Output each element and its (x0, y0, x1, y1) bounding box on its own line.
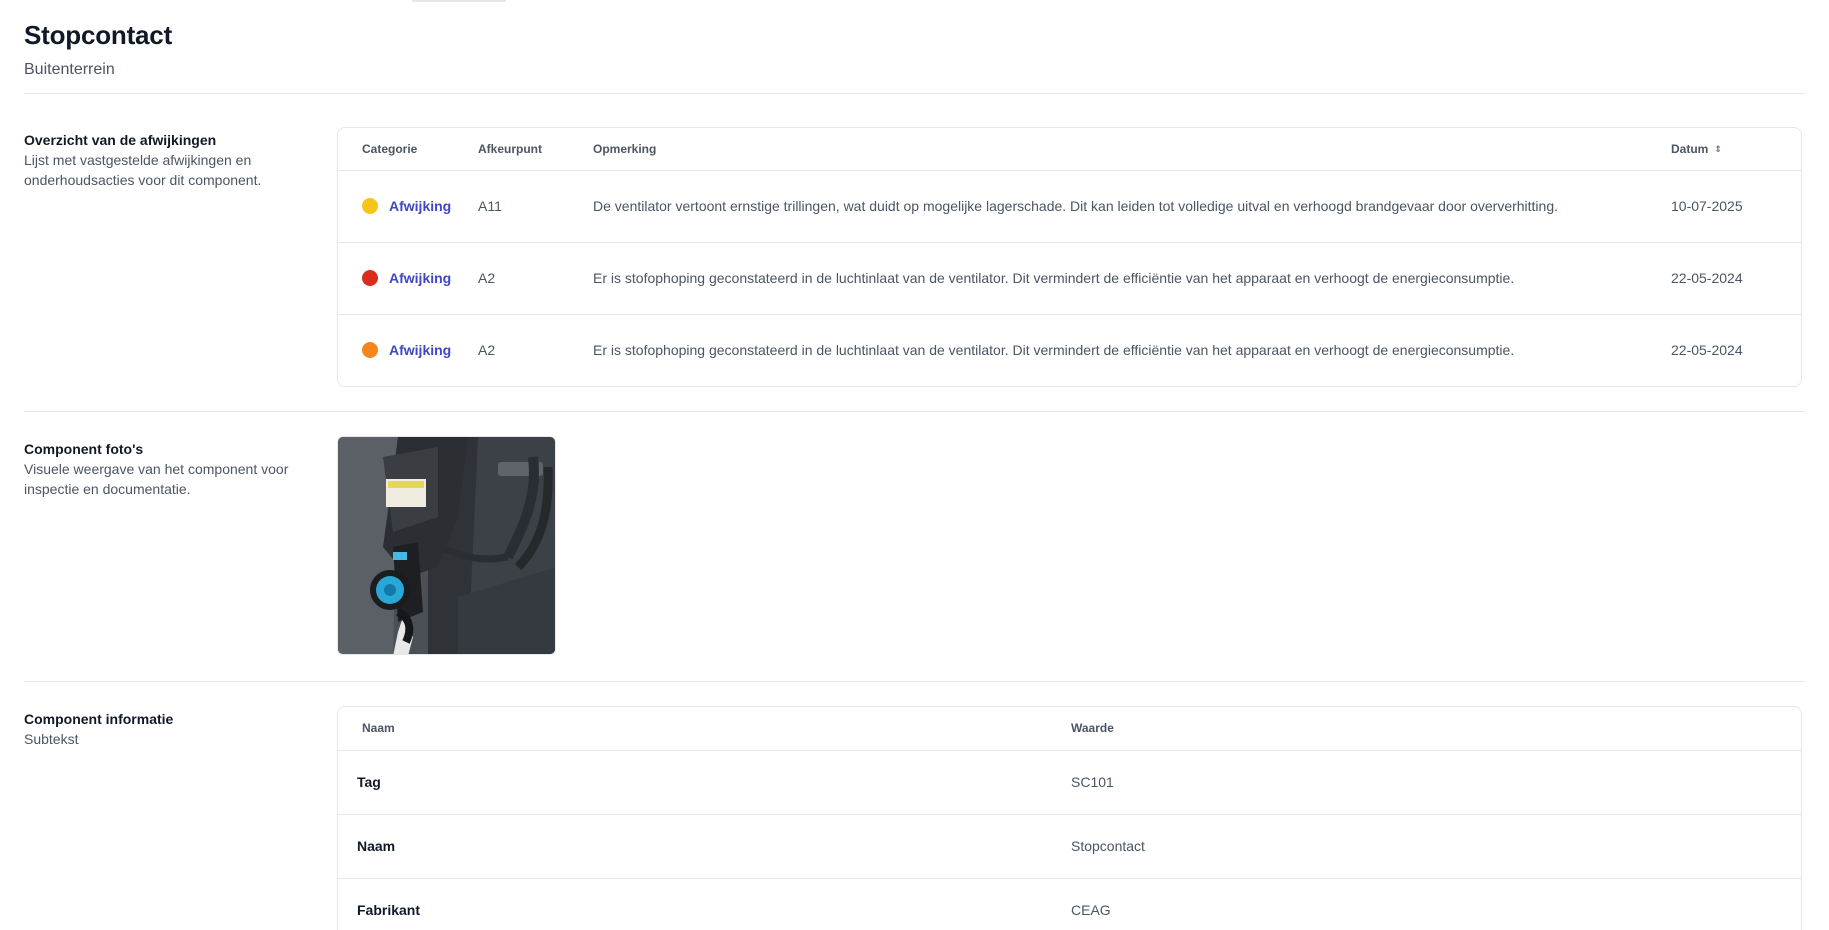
info-intro: Component informatie Subtekst (24, 706, 337, 930)
column-header-value: Waarde (1071, 707, 1801, 751)
status-dot-icon (362, 342, 378, 359)
component-photo[interactable] (337, 436, 556, 655)
table-row[interactable]: Afwijking A2 Er is stofophoping geconsta… (338, 242, 1801, 315)
table-row[interactable]: Afwijking A2 Er is stofophoping geconsta… (338, 314, 1801, 386)
page: Stopcontact Buitenterrein Overzicht van … (0, 0, 1829, 930)
section-description: Lijst met vastgestelde afwijkingen en on… (24, 152, 262, 188)
deviations-intro: Overzicht van de afwijkingen Lijst met v… (24, 127, 337, 411)
column-header-point: Afkeurpunt (478, 128, 593, 171)
status-dot-icon (362, 270, 378, 286)
remark-cell: Er is stofophoping geconstateerd in de l… (593, 342, 1515, 359)
column-header-date[interactable]: Datum ⇕ (1671, 128, 1801, 171)
table-row: Naam Stopcontact (338, 814, 1801, 879)
info-name-cell: Fabrikant (338, 878, 1071, 930)
page-subtitle: Buitenterrein (24, 61, 115, 78)
category-link[interactable]: Afwijking (389, 198, 451, 214)
photos-section: Component foto's Visuele weergave van he… (24, 412, 1805, 682)
photos-intro: Component foto's Visuele weergave van he… (24, 436, 337, 681)
point-cell: A2 (478, 342, 496, 359)
info-value-cell: CEAG (1071, 878, 1801, 930)
remark-cell: De ventilator vertoont ernstige trilling… (593, 170, 1671, 243)
column-header-remark: Opmerking (593, 128, 1671, 171)
info-table-card: Naam Waarde Tag SC101 Naam Stopcontact F… (337, 706, 1802, 930)
page-title: Stopcontact (24, 20, 173, 50)
column-header-category: Categorie (338, 128, 478, 171)
tab-indicator (412, 0, 506, 2)
info-section: Component informatie Subtekst Naam Waard… (24, 682, 1805, 930)
remark-cell: Er is stofophoping geconstateerd in de l… (593, 242, 1671, 315)
info-value-cell: Stopcontact (1071, 814, 1801, 879)
date-cell: 22-05-2024 (1671, 342, 1743, 359)
deviations-table: Categorie Afkeurpunt Opmerking Datum ⇕ Af… (338, 128, 1801, 386)
info-value-cell: SC101 (1071, 750, 1801, 815)
info-name-cell: Tag (338, 750, 1071, 815)
column-header-date-label: Datum (1671, 141, 1709, 156)
deviations-table-card: Categorie Afkeurpunt Opmerking Datum ⇕ Af… (337, 127, 1802, 387)
point-cell: A11 (478, 170, 593, 243)
column-header-name: Naam (338, 707, 1071, 751)
category-link[interactable]: Afwijking (389, 342, 451, 358)
date-cell: 22-05-2024 (1671, 242, 1801, 315)
point-cell: A2 (478, 242, 593, 315)
section-description: Visuele weergave van het component voor … (24, 461, 289, 497)
section-title: Component foto's (24, 441, 144, 457)
table-header-row: Categorie Afkeurpunt Opmerking Datum ⇕ (338, 128, 1801, 171)
page-header: Stopcontact Buitenterrein (24, 0, 1805, 94)
date-cell: 10-07-2025 (1671, 170, 1801, 243)
status-dot-icon (362, 198, 378, 214)
section-title: Overzicht van de afwijkingen (24, 132, 217, 148)
category-link[interactable]: Afwijking (389, 270, 451, 286)
info-name-cell: Naam (338, 814, 1071, 879)
table-row: Tag SC101 (338, 750, 1801, 815)
deviations-section: Overzicht van de afwijkingen Lijst met v… (24, 94, 1805, 412)
section-title: Component informatie (24, 711, 174, 727)
sort-updown-icon[interactable]: ⇕ (1714, 144, 1722, 153)
info-table: Naam Waarde Tag SC101 Naam Stopcontact F… (338, 707, 1801, 930)
section-description: Subtekst (24, 731, 79, 747)
table-row: Fabrikant CEAG (338, 878, 1801, 930)
table-header-row: Naam Waarde (338, 707, 1801, 751)
table-row[interactable]: Afwijking A11 De ventilator vertoont ern… (338, 170, 1801, 243)
